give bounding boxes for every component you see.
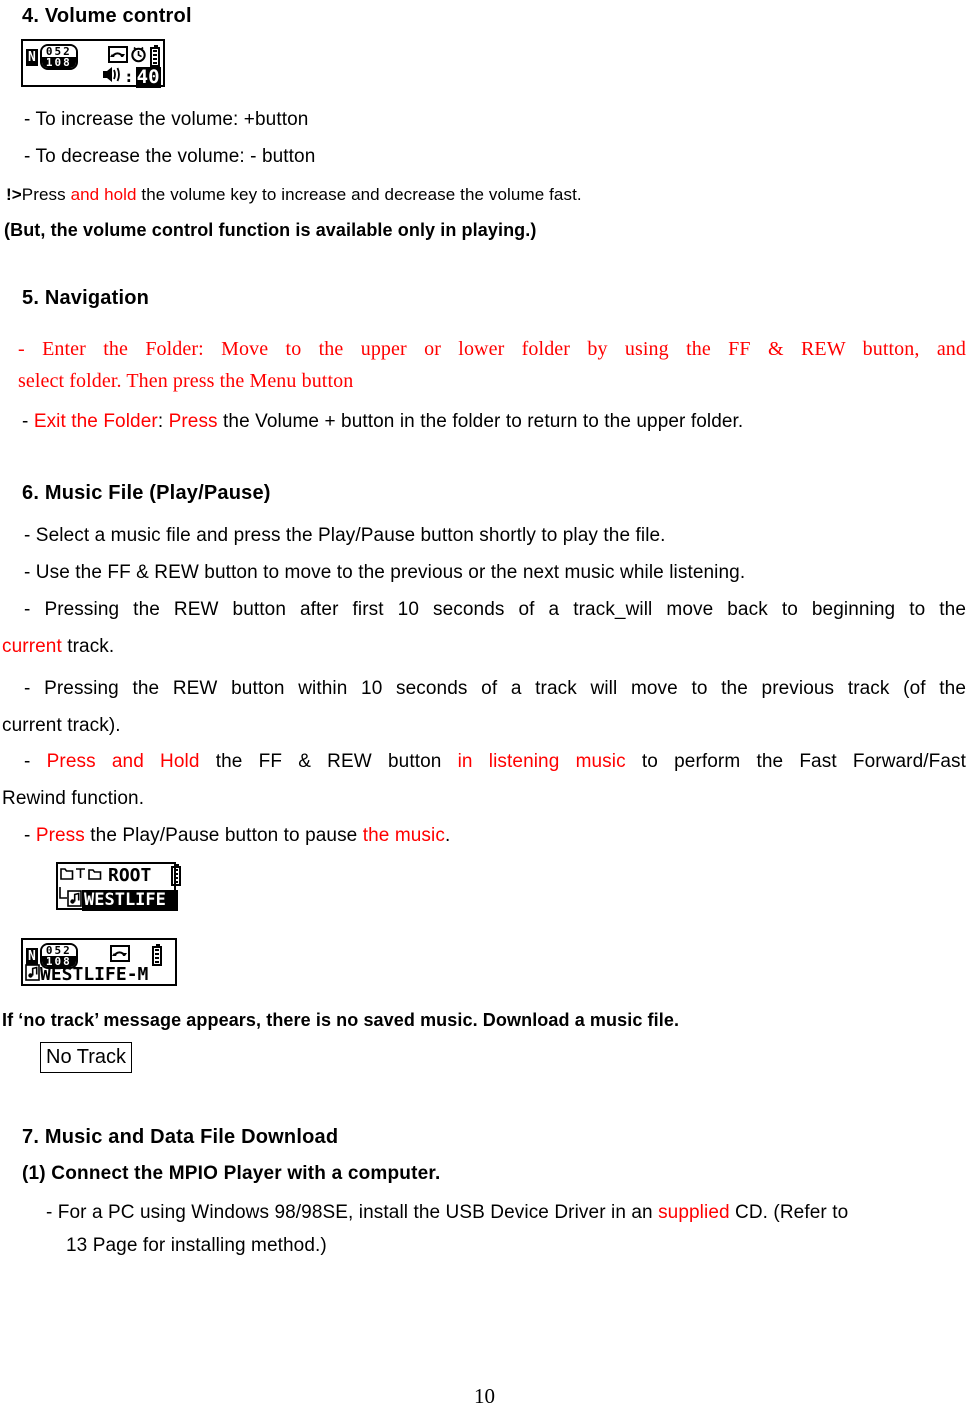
press-and-hold-label: Press and Hold [46, 751, 200, 772]
volume-note-line: !>Press and hold the volume key to incre… [6, 180, 582, 210]
download-step-1-sub-line2: 13 Page for installing method.) [66, 1235, 327, 1256]
musicfile-bullet-4-line1: - Pressing the REW button within 10 seco… [24, 678, 966, 699]
musicfile-bullet-5-line1: - Press and Hold the FF & REW button in … [24, 743, 966, 781]
volume-value: 40 [135, 65, 161, 88]
b5-end: to perform the Fast Forward/Fast [625, 751, 967, 772]
indicator-letter-icon: N [26, 48, 38, 66]
musicfile-bullet-3-line2: current track. [2, 628, 114, 666]
lcd-root-title: ROOT [108, 865, 152, 886]
in-listening-music-label: in listening music [457, 751, 626, 772]
volume-lcd: N 052 108: 40 [21, 39, 165, 89]
tree-branch-icon [75, 866, 87, 886]
heading-volume-control: 4. Volume control [22, 5, 192, 27]
volume-note-paren: (But, the volume control function is ava… [4, 220, 537, 240]
lcd-selected-item: WESTLIFE [82, 890, 178, 911]
note-text-a: Press [21, 185, 71, 204]
exit-dash: - [22, 411, 34, 432]
supplied-label: supplied [658, 1202, 730, 1223]
volume-decrease-line: - To decrease the volume: - button [24, 146, 316, 167]
press-label: Press [35, 825, 85, 846]
note-highlight: and hold [70, 185, 137, 204]
b6-end: . [444, 825, 451, 846]
indicator-letter-icon: N [26, 947, 38, 965]
exit-folder-label: Exit the Folder [33, 411, 158, 432]
now-playing-lcd: N 052 108 WESTLIFE-M [21, 938, 177, 986]
heading-music-file: 6. Music File (Play/Pause) [22, 482, 271, 504]
page-number: 10 [474, 1384, 495, 1408]
b6-dash: - [24, 825, 36, 846]
navigation-exit-folder-line: - Exit the Folder: Press the Volume + bu… [22, 403, 743, 441]
note-prefix: !> [6, 185, 22, 204]
music-file-icon [25, 964, 40, 986]
note-text-b: the volume key to increase and decrease … [136, 185, 582, 204]
manual-page: 4. Volume control N 052 108: 40 - To in… [0, 0, 969, 1427]
tree-connector-icon [58, 887, 67, 914]
track-total: 108 [41, 57, 76, 68]
musicfile-bullet-6: - Press the Play/Pause button to pause t… [24, 817, 450, 855]
track-counter: 052 108 [39, 44, 78, 70]
heading-navigation: 5. Navigation [22, 287, 150, 309]
musicfile-bullet-3-line1: - Pressing the REW button after first 10… [24, 599, 966, 620]
heading-download: 7. Music and Data File Download [22, 1126, 339, 1148]
battery-icon [171, 864, 182, 886]
volume-increase-line: - To increase the volume: +button [24, 109, 309, 130]
b5-mid: the FF & REW button [199, 751, 458, 772]
folder-browse-lcd: ROOT WESTLIFE [56, 862, 182, 912]
b6-mid: the Play/Pause button to pause [84, 825, 363, 846]
no-track-box: No Track [40, 1042, 133, 1073]
current-word-rest: track. [61, 636, 115, 657]
current-word-red: current [2, 636, 62, 657]
musicfile-bullet-1: - Select a music file and press the Play… [24, 525, 666, 546]
folder-icon [60, 866, 74, 886]
exit-press-word: Press [168, 411, 218, 432]
volume-separator: : [124, 67, 134, 86]
b5-dash: - [24, 751, 47, 772]
music-file-icon [67, 889, 82, 912]
battery-icon [149, 45, 160, 67]
musicfile-bullet-4-line2: current track). [2, 715, 121, 736]
download-step-1: (1) Connect the MPIO Player with a compu… [22, 1163, 441, 1184]
sub-b: CD. (Refer to [729, 1202, 849, 1223]
battery-icon [151, 944, 162, 966]
exit-colon: : [157, 411, 169, 432]
lcd-track-title: WESTLIFE-M [40, 964, 149, 985]
sub-a: - For a PC using Windows 98/98SE, instal… [46, 1202, 659, 1223]
the-music-label: the music [362, 825, 445, 846]
exit-rest: the Volume + button in the folder to ret… [217, 411, 744, 432]
musicfile-bullet-5-line2: Rewind function. [2, 788, 145, 809]
subfolder-icon [88, 866, 102, 886]
no-track-description: If ‘no track’ message appears, there is … [2, 1010, 680, 1030]
navigation-enter-folder-line2: select folder. Then press the Menu butto… [18, 370, 354, 392]
speaker-icon [101, 65, 123, 89]
musicfile-bullet-2: - Use the FF & REW button to move to the… [24, 562, 746, 583]
